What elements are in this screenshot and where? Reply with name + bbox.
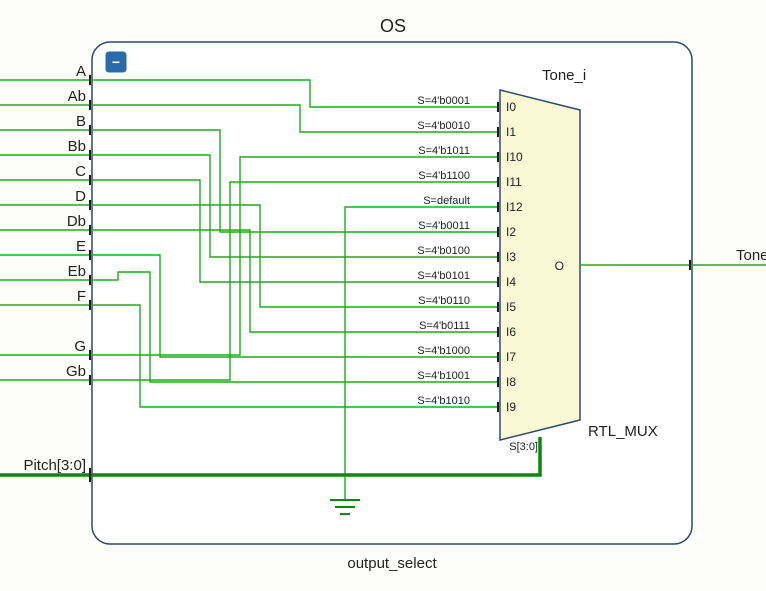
svg-text:Pitch[3:0]: Pitch[3:0] [23,457,86,474]
port-left: Ab [0,88,92,110]
port-left: A [0,63,92,85]
svg-text:C: C [75,163,86,180]
svg-text:I12: I12 [506,200,523,214]
svg-text:I11: I11 [506,175,522,189]
port-left: Eb [0,263,92,285]
svg-text:S=4'b1010: S=4'b1010 [417,395,470,407]
svg-text:S=4'b0011: S=4'b0011 [418,220,470,232]
svg-text:G: G [74,338,86,355]
svg-text:S=4'b0010: S=4'b0010 [417,120,470,132]
svg-text:D: D [75,188,86,205]
svg-text:Db: Db [67,213,86,230]
svg-text:I2: I2 [506,225,516,239]
svg-text:S=4'b0001: S=4'b0001 [417,95,470,107]
mux-select-label: S[3:0] [509,441,538,453]
module-type-label: output_select [347,555,437,572]
svg-text:E: E [76,238,86,255]
port-left: Bb [0,138,92,160]
svg-text:Bb: Bb [68,138,86,155]
svg-text:I6: I6 [506,325,516,339]
svg-text:S=4'b0101: S=4'b0101 [417,270,470,282]
svg-text:Eb: Eb [68,263,86,280]
svg-text:S=4'b0110: S=4'b0110 [418,295,470,307]
instance-name: Tone_i [542,67,586,84]
svg-text:S=4'b0111: S=4'b0111 [419,320,470,332]
svg-text:B: B [76,113,86,130]
svg-text:I9: I9 [506,400,516,414]
svg-text:F: F [77,288,86,305]
port-left: Db [0,213,92,235]
svg-text:S=4'b1100: S=4'b1100 [418,170,470,182]
svg-text:I4: I4 [506,275,516,289]
svg-text:I1: I1 [506,125,516,139]
module-title: OS [380,16,406,36]
port-tone-label: Tone [736,247,766,264]
svg-text:I3: I3 [506,250,516,264]
svg-text:−: − [112,54,120,70]
svg-text:I5: I5 [506,300,516,314]
port-left: D [0,188,92,210]
port-left: Gb [0,363,92,385]
svg-text:S=4'b1001: S=4'b1001 [417,370,470,382]
svg-text:I10: I10 [506,150,523,164]
port-left: B [0,113,92,135]
svg-text:S=4'b1000: S=4'b1000 [417,345,470,357]
collapse-icon[interactable]: − [106,52,126,72]
svg-text:I8: I8 [506,375,516,389]
port-left: F [0,288,92,310]
svg-text:Ab: Ab [68,88,86,105]
port-left: G [0,338,92,360]
svg-text:S=4'b0100: S=4'b0100 [417,245,470,257]
svg-text:S=4'b1011: S=4'b1011 [418,145,470,157]
port-left: C [0,163,92,185]
mux-output-label: O [555,259,564,273]
module-box [92,42,692,544]
svg-text:A: A [76,63,86,80]
svg-text:S=default: S=default [423,195,470,207]
instance-type: RTL_MUX [588,423,658,440]
port-pitch-bus: Pitch[3:0] [0,457,92,482]
svg-text:I0: I0 [506,100,516,114]
port-left: E [0,238,92,260]
svg-text:I7: I7 [506,350,516,364]
svg-text:Gb: Gb [66,363,86,380]
